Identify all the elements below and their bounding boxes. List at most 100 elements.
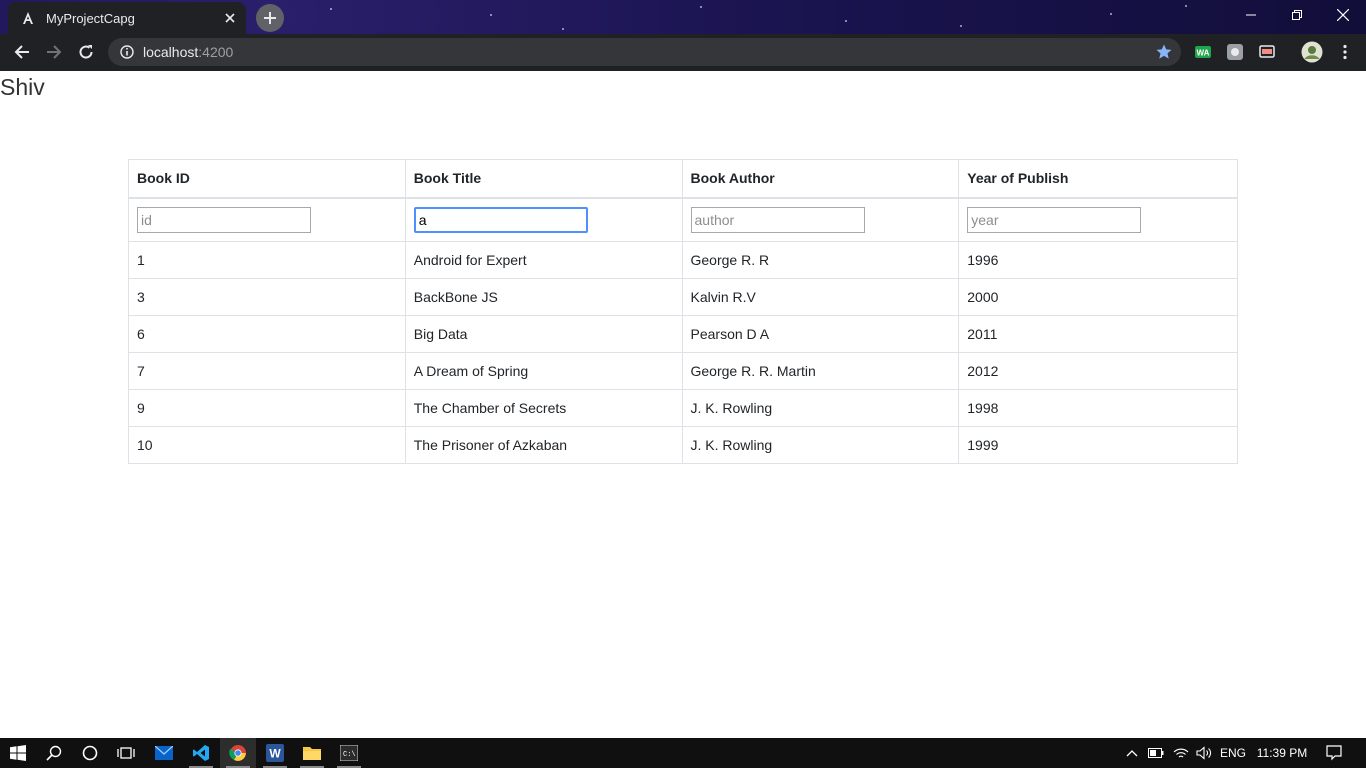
restore-button[interactable] bbox=[1274, 0, 1320, 30]
forward-button[interactable] bbox=[40, 38, 68, 66]
book-title-cell: The Prisoner of Azkaban bbox=[404, 426, 683, 464]
header-book-author: Book Author bbox=[681, 159, 960, 199]
page-content: Shiv Book ID Book Title Book Author Year… bbox=[0, 71, 1366, 738]
word-app-icon[interactable]: W bbox=[257, 738, 293, 768]
start-button[interactable] bbox=[0, 738, 36, 768]
cast-extension-icon[interactable] bbox=[1258, 43, 1276, 61]
tab-title: MyProjectCapg bbox=[46, 10, 135, 26]
books-table: Book ID Book Title Book Author Year of P… bbox=[128, 159, 1238, 464]
book-author-cell: George R. R bbox=[681, 241, 960, 279]
book-year-cell: 2011 bbox=[958, 315, 1238, 353]
whatsapp-extension-icon[interactable]: WA bbox=[1194, 43, 1212, 61]
header-book-title: Book Title bbox=[404, 159, 683, 199]
address-bar[interactable]: localhost:4200 bbox=[108, 38, 1181, 66]
menu-dots-icon[interactable] bbox=[1336, 43, 1354, 61]
mail-app-icon[interactable] bbox=[146, 738, 182, 768]
book-title-cell: A Dream of Spring bbox=[404, 352, 683, 390]
volume-icon[interactable] bbox=[1194, 738, 1214, 768]
show-hidden-icons-icon[interactable] bbox=[1122, 738, 1142, 768]
book-title-cell: Android for Expert bbox=[404, 241, 683, 279]
table-header-row: Book ID Book Title Book Author Year of P… bbox=[128, 159, 1238, 199]
filter-cell bbox=[128, 197, 406, 242]
book-id-cell: 3 bbox=[128, 278, 406, 316]
command-prompt-icon[interactable]: C:\ bbox=[331, 738, 367, 768]
book-id-cell: 10 bbox=[128, 426, 406, 464]
browser-tabstrip: MyProjectCapg bbox=[0, 0, 1366, 34]
svg-text:C:\: C:\ bbox=[343, 751, 356, 759]
background-star bbox=[562, 28, 564, 30]
cortana-icon[interactable] bbox=[72, 738, 108, 768]
book-year-cell: 1996 bbox=[958, 241, 1238, 279]
book-id-cell: 7 bbox=[128, 352, 406, 390]
table-row: 10 The Prisoner of Azkaban J. K. Rowling… bbox=[128, 426, 1238, 464]
book-id-cell: 9 bbox=[128, 389, 406, 427]
id-filter-input[interactable] bbox=[137, 206, 311, 233]
profile-avatar[interactable] bbox=[1301, 41, 1323, 63]
background-star bbox=[700, 6, 702, 8]
book-year-cell: 1999 bbox=[958, 426, 1238, 464]
wifi-icon[interactable] bbox=[1171, 738, 1191, 768]
book-title-cell: The Chamber of Secrets bbox=[404, 389, 683, 427]
svg-text:WA: WA bbox=[1197, 49, 1210, 58]
book-author-cell: J. K. Rowling bbox=[681, 426, 960, 464]
task-view-icon[interactable] bbox=[108, 738, 144, 768]
browser-toolbar: localhost:4200 WA bbox=[0, 34, 1366, 71]
browser-tab[interactable]: MyProjectCapg bbox=[8, 2, 246, 34]
url-host: localhost bbox=[143, 44, 199, 60]
book-year-cell: 2000 bbox=[958, 278, 1238, 316]
bookmark-star-icon[interactable] bbox=[1155, 43, 1173, 61]
header-year-of-publish: Year of Publish bbox=[958, 159, 1238, 199]
back-button[interactable] bbox=[8, 38, 36, 66]
site-info-icon[interactable] bbox=[118, 43, 136, 61]
background-star bbox=[330, 8, 332, 10]
angular-favicon-icon bbox=[20, 10, 36, 26]
windows-taskbar: W C:\ ENG 11:39 PM bbox=[0, 738, 1366, 768]
header-book-id: Book ID bbox=[128, 159, 406, 199]
filter-cell bbox=[681, 197, 960, 242]
extension-icon[interactable] bbox=[1226, 43, 1244, 61]
new-tab-button[interactable] bbox=[256, 4, 284, 32]
filter-cell bbox=[958, 197, 1238, 242]
background-star bbox=[1185, 5, 1187, 7]
title-filter-input[interactable] bbox=[413, 206, 588, 233]
url-port: :4200 bbox=[198, 44, 234, 60]
filter-cell bbox=[404, 197, 683, 242]
table-row: 7 A Dream of Spring George R. R. Martin … bbox=[128, 352, 1238, 390]
page-heading: Shiv bbox=[0, 74, 45, 100]
url-text: localhost:4200 bbox=[143, 44, 233, 60]
reload-button[interactable] bbox=[72, 38, 100, 66]
book-author-cell: Pearson D A bbox=[681, 315, 960, 353]
book-title-cell: Big Data bbox=[404, 315, 683, 353]
battery-icon[interactable] bbox=[1146, 738, 1166, 768]
tab-close-icon[interactable] bbox=[220, 8, 240, 28]
book-author-cell: Kalvin R.V bbox=[681, 278, 960, 316]
book-id-cell: 6 bbox=[128, 315, 406, 353]
table-row: 3 BackBone JS Kalvin R.V 2000 bbox=[128, 278, 1238, 316]
year-filter-input[interactable] bbox=[967, 206, 1142, 233]
table-row: 6 Big Data Pearson D A 2011 bbox=[128, 315, 1238, 353]
book-author-cell: J. K. Rowling bbox=[681, 389, 960, 427]
background-star bbox=[490, 14, 492, 16]
author-filter-input[interactable] bbox=[690, 206, 865, 233]
chrome-app-icon[interactable] bbox=[220, 738, 256, 768]
file-explorer-icon[interactable] bbox=[294, 738, 330, 768]
book-year-cell: 2012 bbox=[958, 352, 1238, 390]
clock[interactable]: 11:39 PM bbox=[1254, 738, 1310, 768]
filter-row bbox=[128, 197, 1238, 242]
notifications-icon[interactable] bbox=[1320, 738, 1348, 768]
svg-text:W: W bbox=[269, 747, 281, 761]
minimize-button[interactable] bbox=[1228, 0, 1274, 30]
table-row: 9 The Chamber of Secrets J. K. Rowling 1… bbox=[128, 389, 1238, 427]
search-icon[interactable] bbox=[36, 738, 72, 768]
language-indicator[interactable]: ENG bbox=[1218, 738, 1248, 768]
book-title-cell: BackBone JS bbox=[404, 278, 683, 316]
book-id-cell: 1 bbox=[128, 241, 406, 279]
close-window-button[interactable] bbox=[1320, 0, 1366, 30]
background-star bbox=[960, 25, 962, 27]
background-star bbox=[845, 20, 847, 22]
vscode-app-icon[interactable] bbox=[183, 738, 219, 768]
table-row: 1 Android for Expert George R. R 1996 bbox=[128, 241, 1238, 279]
book-author-cell: George R. R. Martin bbox=[681, 352, 960, 390]
book-year-cell: 1998 bbox=[958, 389, 1238, 427]
background-star bbox=[1110, 13, 1112, 15]
